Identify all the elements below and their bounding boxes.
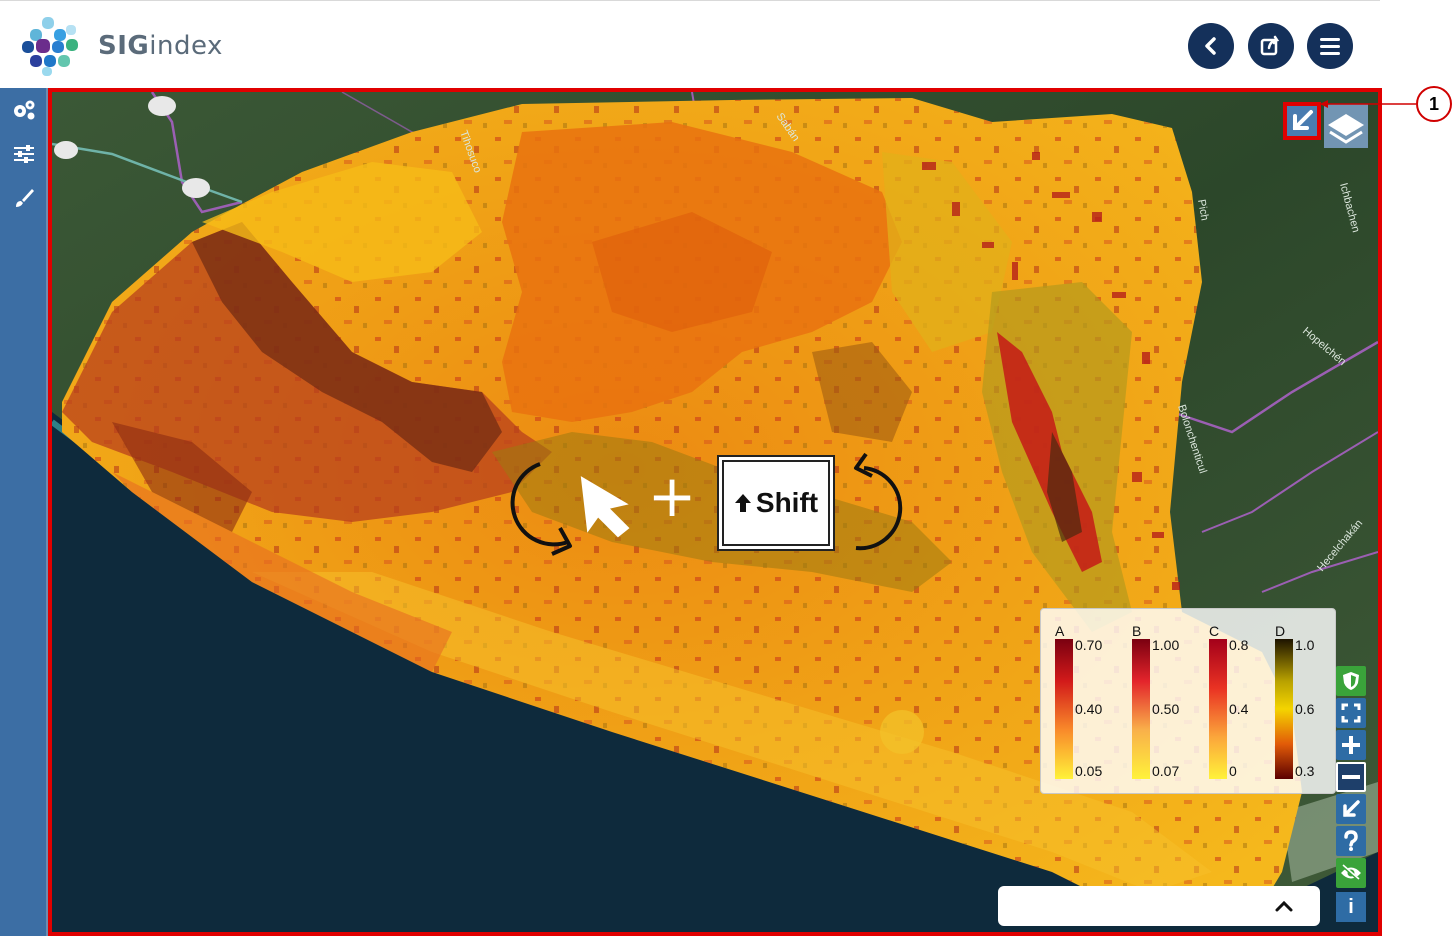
legend-max: 1.00 (1152, 637, 1180, 653)
reset-rotation-button[interactable] (1336, 794, 1366, 824)
legend-min: 0 (1229, 763, 1237, 779)
shift-key-label: Shift (755, 487, 819, 518)
reset-rotation-top-button[interactable] (1283, 102, 1321, 140)
fullscreen-icon (1341, 703, 1361, 723)
map-legend: A 0.70 0.40 0.05 B 1.00 0.50 0.07 C 0.8 … (1040, 608, 1336, 794)
brand-bold: SIG (98, 31, 150, 61)
tool-sidebar (0, 88, 48, 936)
legend-max: 0.70 (1075, 637, 1103, 653)
plus-icon (1342, 736, 1360, 754)
sliders-icon (14, 145, 34, 163)
shield-button[interactable] (1336, 666, 1366, 696)
legend-letter: C (1209, 623, 1220, 639)
bottom-panel-toggle[interactable] (998, 886, 1320, 926)
legend-colorbar (1055, 639, 1073, 779)
minus-icon (1342, 775, 1360, 779)
filters-button[interactable] (0, 132, 48, 176)
legend-colorbar (1209, 639, 1227, 779)
zoom-out-button[interactable] (1336, 762, 1366, 792)
brush-icon (16, 189, 34, 207)
legend-colorbar (1132, 639, 1150, 779)
zoom-in-button[interactable] (1336, 730, 1366, 760)
help-button[interactable] (1336, 826, 1366, 856)
legend-letter: B (1132, 623, 1142, 639)
question-icon (1344, 830, 1358, 851)
legend-mid: 0.50 (1152, 701, 1180, 717)
share-icon (1260, 35, 1280, 56)
map-control-rail (1336, 666, 1368, 890)
style-button[interactable] (0, 176, 48, 220)
visibility-button[interactable] (1336, 858, 1366, 888)
fullscreen-button[interactable] (1336, 698, 1366, 728)
info-button[interactable]: i (1336, 892, 1366, 922)
legend-min: 0.05 (1075, 763, 1103, 779)
shield-icon (1343, 672, 1359, 690)
callout-leader-line (1320, 100, 1416, 108)
legend-letter: D (1275, 623, 1286, 639)
hamburger-icon (1320, 38, 1340, 55)
chevron-up-icon (1275, 900, 1293, 912)
legend-letter: A (1055, 623, 1065, 639)
plus-sign: + (648, 462, 697, 530)
legend-min: 0.3 (1295, 763, 1315, 779)
choropleth-map[interactable]: Tihosuco Sabán Hopelchén Bolonchenticul … (52, 92, 1378, 932)
sigindex-logo-icon (22, 17, 78, 76)
legend-min: 0.07 (1152, 763, 1180, 779)
arrow-down-left-icon (1343, 800, 1360, 817)
legend-max: 1.0 (1295, 637, 1315, 653)
back-button[interactable] (1188, 23, 1234, 69)
settings-button[interactable] (0, 88, 48, 132)
legend-mid: 0.40 (1075, 701, 1103, 717)
menu-button[interactable] (1307, 23, 1353, 69)
eye-slash-icon (1341, 864, 1361, 882)
legend-max: 0.8 (1229, 637, 1249, 653)
arrow-up-icon (734, 494, 751, 512)
brand-rest: index (149, 31, 223, 61)
legend-mid: 0.4 (1229, 701, 1249, 717)
legend-colorbar (1275, 639, 1293, 779)
map-viewport[interactable]: Tihosuco Sabán Hopelchén Bolonchenticul … (48, 88, 1382, 936)
callout-number: 1 (1416, 86, 1452, 122)
brand-name: SIGindex (98, 31, 223, 61)
gears-icon (14, 100, 35, 120)
app-header: SIGindex (0, 0, 1380, 90)
share-button[interactable] (1248, 23, 1294, 69)
chevron-left-icon (1205, 37, 1216, 55)
shift-key-icon: Shift (722, 460, 830, 546)
legend-mid: 0.6 (1295, 701, 1315, 717)
